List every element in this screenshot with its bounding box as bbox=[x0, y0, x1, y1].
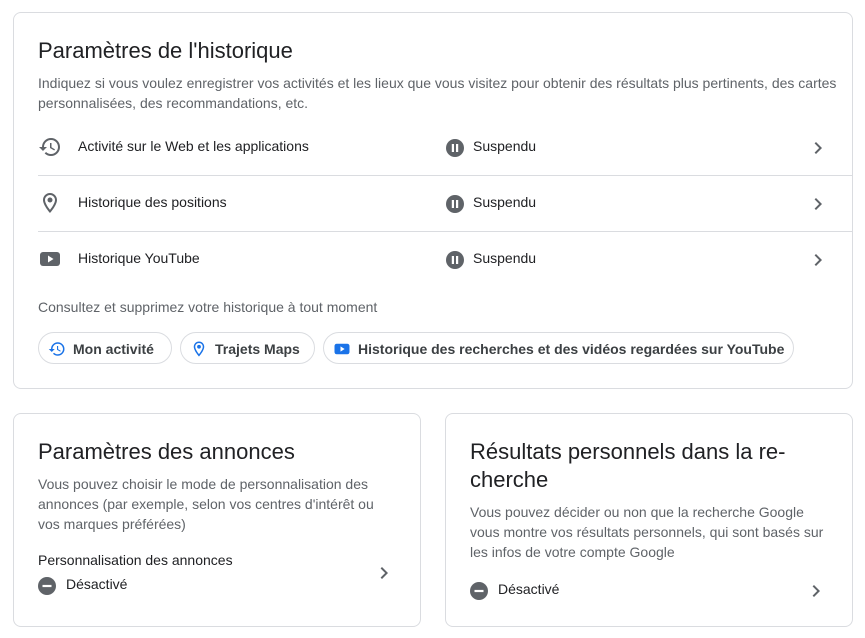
history-icon bbox=[39, 138, 60, 156]
web-app-activity-row[interactable]: Activité sur le Web et les applications … bbox=[38, 120, 853, 176]
maps-timeline-chip[interactable]: Trajets Maps bbox=[180, 332, 315, 364]
youtube-history-chip-label: Historique des recherches et des vidéos … bbox=[358, 341, 785, 357]
maps-timeline-chip-label: Trajets Maps bbox=[215, 341, 300, 357]
pause-icon bbox=[446, 195, 464, 213]
web-app-activity-status: Suspendu bbox=[473, 138, 537, 154]
pause-icon bbox=[446, 139, 464, 157]
location-history-status: Suspendu bbox=[473, 194, 537, 210]
ad-personalization-status: Désactivé bbox=[66, 576, 128, 592]
location-pin-icon bbox=[193, 341, 205, 357]
history-settings-description: Indiquez si vous voulez enregistrer vos … bbox=[38, 75, 837, 111]
youtube-icon bbox=[40, 252, 60, 266]
my-activity-chip[interactable]: Mon activité bbox=[38, 332, 172, 364]
chevron-right-icon bbox=[812, 585, 820, 597]
youtube-history-status: Suspendu bbox=[473, 250, 537, 266]
my-activity-chip-label: Mon activité bbox=[73, 341, 154, 357]
location-pin-icon bbox=[43, 193, 57, 213]
personal-results-status: Désactivé bbox=[498, 581, 560, 597]
youtube-icon bbox=[334, 343, 350, 355]
disabled-icon bbox=[38, 577, 56, 595]
location-history-label: Historique des positions bbox=[78, 194, 227, 210]
manage-history-text: Consultez et supprimez votre historique … bbox=[38, 299, 378, 315]
history-settings-title: Paramètres de l'historique bbox=[38, 38, 293, 63]
history-icon bbox=[48, 342, 65, 356]
location-history-row[interactable]: Historique des positions Suspendu bbox=[38, 176, 853, 232]
ad-settings-title: Paramètres des annonces bbox=[38, 439, 295, 464]
history-settings-card: Paramètres de l'historique Indiquez si v… bbox=[13, 12, 853, 389]
pause-icon bbox=[446, 251, 464, 269]
personal-results-description: Vous pouvez décider ou non que la recher… bbox=[470, 504, 824, 560]
youtube-history-label: Historique YouTube bbox=[78, 250, 200, 266]
disabled-icon bbox=[470, 582, 488, 600]
web-app-activity-label: Activité sur le Web et les applications bbox=[78, 138, 309, 154]
chevron-right-icon bbox=[814, 142, 822, 154]
youtube-history-row[interactable]: Historique YouTube Suspendu bbox=[38, 232, 853, 288]
ad-settings-description: Vous pouvez choisir le mode de personnal… bbox=[38, 476, 374, 532]
personal-results-row[interactable]: Désactivé bbox=[470, 578, 830, 604]
ad-personalization-label: Personnalisation des annonces bbox=[38, 552, 233, 568]
personal-results-title: Résultats personnels dans la re­cherche bbox=[470, 439, 786, 492]
chevron-right-icon bbox=[814, 198, 822, 210]
youtube-history-chip[interactable]: Historique des recherches et des vidéos … bbox=[323, 332, 794, 364]
ad-personalization-row[interactable]: Personnalisation des annonces Désactivé bbox=[38, 548, 398, 598]
chevron-right-icon bbox=[380, 567, 388, 579]
ad-settings-card: Paramètres des annonces Vous pouvez choi… bbox=[13, 413, 421, 627]
personal-results-card: Résultats personnels dans la re­cherche … bbox=[445, 413, 853, 627]
chevron-right-icon bbox=[814, 254, 822, 266]
